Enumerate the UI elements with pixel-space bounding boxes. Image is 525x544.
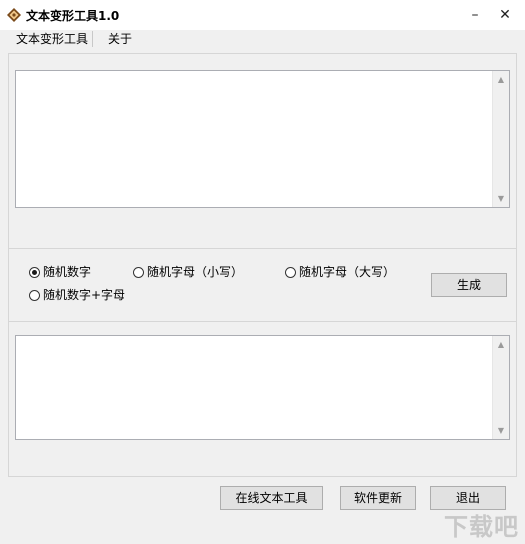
output-panel: ▲ ▼ xyxy=(8,321,517,477)
radio-label: 随机字母（大写） xyxy=(299,265,396,279)
options-panel: 随机数字 随机字母（小写） 随机字母（大写） 随机数字+字母 生成 xyxy=(8,249,517,321)
menu-bar: 文本变形工具 关于 xyxy=(8,29,517,49)
window-title: 文本变形工具1.0 xyxy=(26,9,120,23)
app-icon xyxy=(7,8,21,22)
scroll-up-arrow-icon[interactable]: ▲ xyxy=(493,71,509,88)
input-textarea[interactable]: ▲ ▼ xyxy=(15,70,510,208)
scroll-down-arrow-icon[interactable]: ▼ xyxy=(493,422,509,439)
radio-label: 随机数字+字母 xyxy=(43,288,126,302)
radio-random-lowercase[interactable]: 随机字母（小写） xyxy=(133,264,243,280)
radio-random-digits-letters[interactable]: 随机数字+字母 xyxy=(29,287,125,303)
radio-unchecked-icon xyxy=(285,267,296,278)
software-update-button[interactable]: 软件更新 xyxy=(340,486,416,510)
radio-label: 随机字母（小写） xyxy=(147,265,244,279)
radio-unchecked-icon xyxy=(133,267,144,278)
output-textarea[interactable]: ▲ ▼ xyxy=(15,335,510,440)
menu-item-text-transform[interactable]: 文本变形工具 xyxy=(12,29,92,49)
radio-random-digits[interactable]: 随机数字 xyxy=(29,264,91,280)
generate-button[interactable]: 生成 xyxy=(431,273,507,297)
scroll-down-arrow-icon[interactable]: ▼ xyxy=(493,190,509,207)
minimize-button[interactable]: – xyxy=(461,4,489,26)
input-panel: ▲ ▼ xyxy=(8,53,517,249)
radio-label: 随机数字 xyxy=(43,265,92,279)
radio-checked-icon xyxy=(29,267,40,278)
watermark-logo: 下载吧 xyxy=(444,513,519,541)
close-button[interactable]: ✕ xyxy=(491,4,519,26)
scroll-up-arrow-icon[interactable]: ▲ xyxy=(493,336,509,353)
radio-unchecked-icon xyxy=(29,290,40,301)
output-scrollbar[interactable]: ▲ ▼ xyxy=(492,336,509,439)
title-bar: 文本变形工具1.0 – ✕ xyxy=(0,0,525,30)
input-scrollbar[interactable]: ▲ ▼ xyxy=(492,71,509,207)
menu-separator xyxy=(92,31,93,47)
status-bar: 下载吧 xyxy=(0,513,525,544)
menu-item-about[interactable]: 关于 xyxy=(104,29,136,49)
online-text-tools-button[interactable]: 在线文本工具 xyxy=(220,486,323,510)
radio-random-uppercase[interactable]: 随机字母（大写） xyxy=(285,264,395,280)
